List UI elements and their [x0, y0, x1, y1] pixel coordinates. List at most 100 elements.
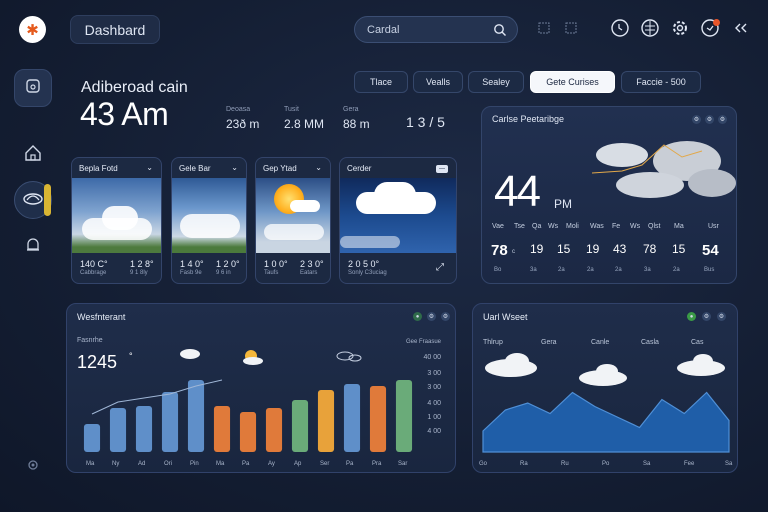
hour-label: Ma: [674, 223, 684, 230]
stat-label: Tusit: [284, 106, 299, 113]
settings-icon[interactable]: ⚙: [705, 115, 714, 124]
weather-card[interactable]: Cerder — 2 0 5 0° Sonly C3uciag ⤢: [339, 157, 457, 284]
forecast-title: Carlse Peetaribge: [492, 114, 565, 124]
card-sub: Taufs: [264, 270, 279, 276]
bar: [135, 406, 153, 452]
x-tick: Ay: [268, 461, 275, 467]
forecast-value: 19: [530, 242, 544, 256]
gear-icon[interactable]: [670, 18, 690, 38]
filter-chip[interactable]: Vealls: [413, 71, 463, 93]
stat-1: Deoasa 23ð m: [226, 106, 259, 131]
search-input[interactable]: Cardal: [354, 16, 518, 43]
card-sub-secondary: 9 1 8ly: [130, 270, 148, 276]
weather-card[interactable]: Gep Ytad ⌄ 1 0 0° 2 3 0° Taufs Eatars: [255, 157, 331, 284]
stat-label: Deoasa: [226, 106, 251, 113]
collapse-icon[interactable]: [731, 18, 751, 38]
forecast-sub: 2a: [615, 267, 622, 273]
active-indicator: [44, 184, 51, 216]
hour-label: Usr: [708, 223, 719, 230]
sidebar-item-alerts[interactable]: [14, 228, 52, 266]
app-logo[interactable]: ✱: [19, 16, 46, 43]
gear-icon: [26, 458, 40, 477]
x-tick: Go: [479, 461, 488, 467]
search-icon[interactable]: [493, 23, 507, 40]
sidebar-item-app[interactable]: [14, 69, 52, 107]
wind-area: [482, 391, 730, 453]
minimize-icon[interactable]: —: [436, 165, 448, 173]
globe-icon[interactable]: [640, 18, 660, 38]
dashboard-tab[interactable]: Dashbard: [70, 15, 160, 44]
bar-chart: [83, 379, 413, 452]
card-sub: Cabbrage: [80, 270, 107, 276]
card-temp: 1 4 0°: [180, 259, 204, 269]
forecast-sub: Bus: [704, 267, 715, 273]
x-tick: Pra: [372, 461, 382, 467]
clock-icon[interactable]: [610, 18, 630, 38]
logo-glyph: ✱: [26, 21, 39, 39]
search-placeholder: Cardal: [367, 23, 400, 36]
card-sub: Sonly C3uciag: [348, 270, 387, 276]
weather-icon: [21, 188, 45, 213]
forecast-value: 15: [672, 242, 686, 256]
forecast-sub: 3a: [644, 267, 651, 273]
filter-chip[interactable]: Sealey: [468, 71, 524, 93]
grid-icon[interactable]: [561, 18, 581, 38]
filter-chip[interactable]: Tlace: [354, 71, 408, 93]
x-tick: Pa: [346, 461, 354, 467]
bar: [369, 386, 387, 452]
sidebar-item-home[interactable]: [14, 136, 52, 174]
sky-image: [172, 178, 246, 253]
bar: [265, 408, 283, 452]
x-tick: Pin: [190, 461, 199, 467]
wind-area-chart: [482, 391, 730, 453]
filter-chip[interactable]: Faccie - 500: [621, 71, 701, 93]
dashboard-label: Dashbard: [84, 21, 146, 38]
x-tick: Ru: [561, 461, 569, 467]
settings-icon[interactable]: ⚙: [692, 115, 701, 124]
stat-3: Gera 88 m: [343, 106, 370, 131]
x-tick: Po: [602, 461, 610, 467]
stat-value: 23ð m: [226, 117, 260, 131]
card-temp: 1 0 0°: [264, 259, 288, 269]
x-tick: Sar: [398, 461, 408, 467]
hour-label: Vae: [492, 223, 504, 230]
card-title: Cerder: [347, 164, 372, 173]
bar: [213, 406, 231, 452]
card-title: Gele Bar: [179, 164, 211, 173]
filter-chip-selected[interactable]: Gete Curises: [530, 71, 615, 93]
card-temp-secondary: 1 2 0°: [216, 259, 240, 269]
chevron-down-icon[interactable]: ⌄: [231, 163, 238, 172]
card-title: Gep Ytad: [263, 164, 297, 173]
forecast-sub: 2a: [558, 267, 565, 273]
hour-label: Ws: [630, 223, 641, 230]
settings-icon[interactable]: ⚙: [718, 115, 727, 124]
sky-image: [340, 178, 456, 253]
sidebar-item-settings[interactable]: [14, 448, 52, 486]
hour-label: Ws: [548, 223, 559, 230]
bar: [291, 400, 309, 452]
x-tick: Ap: [294, 461, 302, 467]
hour-label: Fe: [612, 223, 621, 230]
x-tick: Ra: [520, 461, 528, 467]
sky-image: [72, 178, 161, 253]
greeting-text: Adiberoad cain: [81, 79, 188, 96]
grid-icon[interactable]: [534, 18, 554, 38]
weather-card[interactable]: Bepla Fotd ⌄ 140 C° 1 2 8° Cabbrage 9 1 …: [71, 157, 162, 284]
weather-card[interactable]: Gele Bar ⌄ 1 4 0° 1 2 0° Fasb 9e 9 6 in: [171, 157, 247, 284]
bar: [395, 380, 413, 452]
chevron-down-icon[interactable]: ⌄: [146, 163, 153, 172]
bar: [109, 408, 127, 452]
card-sub-secondary: 9 6 in: [216, 270, 231, 276]
bell-icon: [25, 236, 41, 259]
card-title: Bepla Fotd: [79, 164, 118, 173]
forecast-value: 15: [557, 242, 571, 256]
forecast-sub: 2a: [587, 267, 594, 273]
card-temp: 2 0 5 0°: [348, 259, 380, 269]
card-temp-secondary: 2 3 0°: [300, 259, 324, 269]
storm-clouds-image: [592, 141, 736, 198]
expand-icon[interactable]: ⤢: [436, 262, 444, 273]
hour-label: Moli: [566, 223, 579, 230]
forecast-sub: 2a: [673, 267, 680, 273]
chevron-down-icon[interactable]: ⌄: [315, 163, 322, 172]
card-temp-secondary: 1 2 8°: [130, 259, 154, 269]
